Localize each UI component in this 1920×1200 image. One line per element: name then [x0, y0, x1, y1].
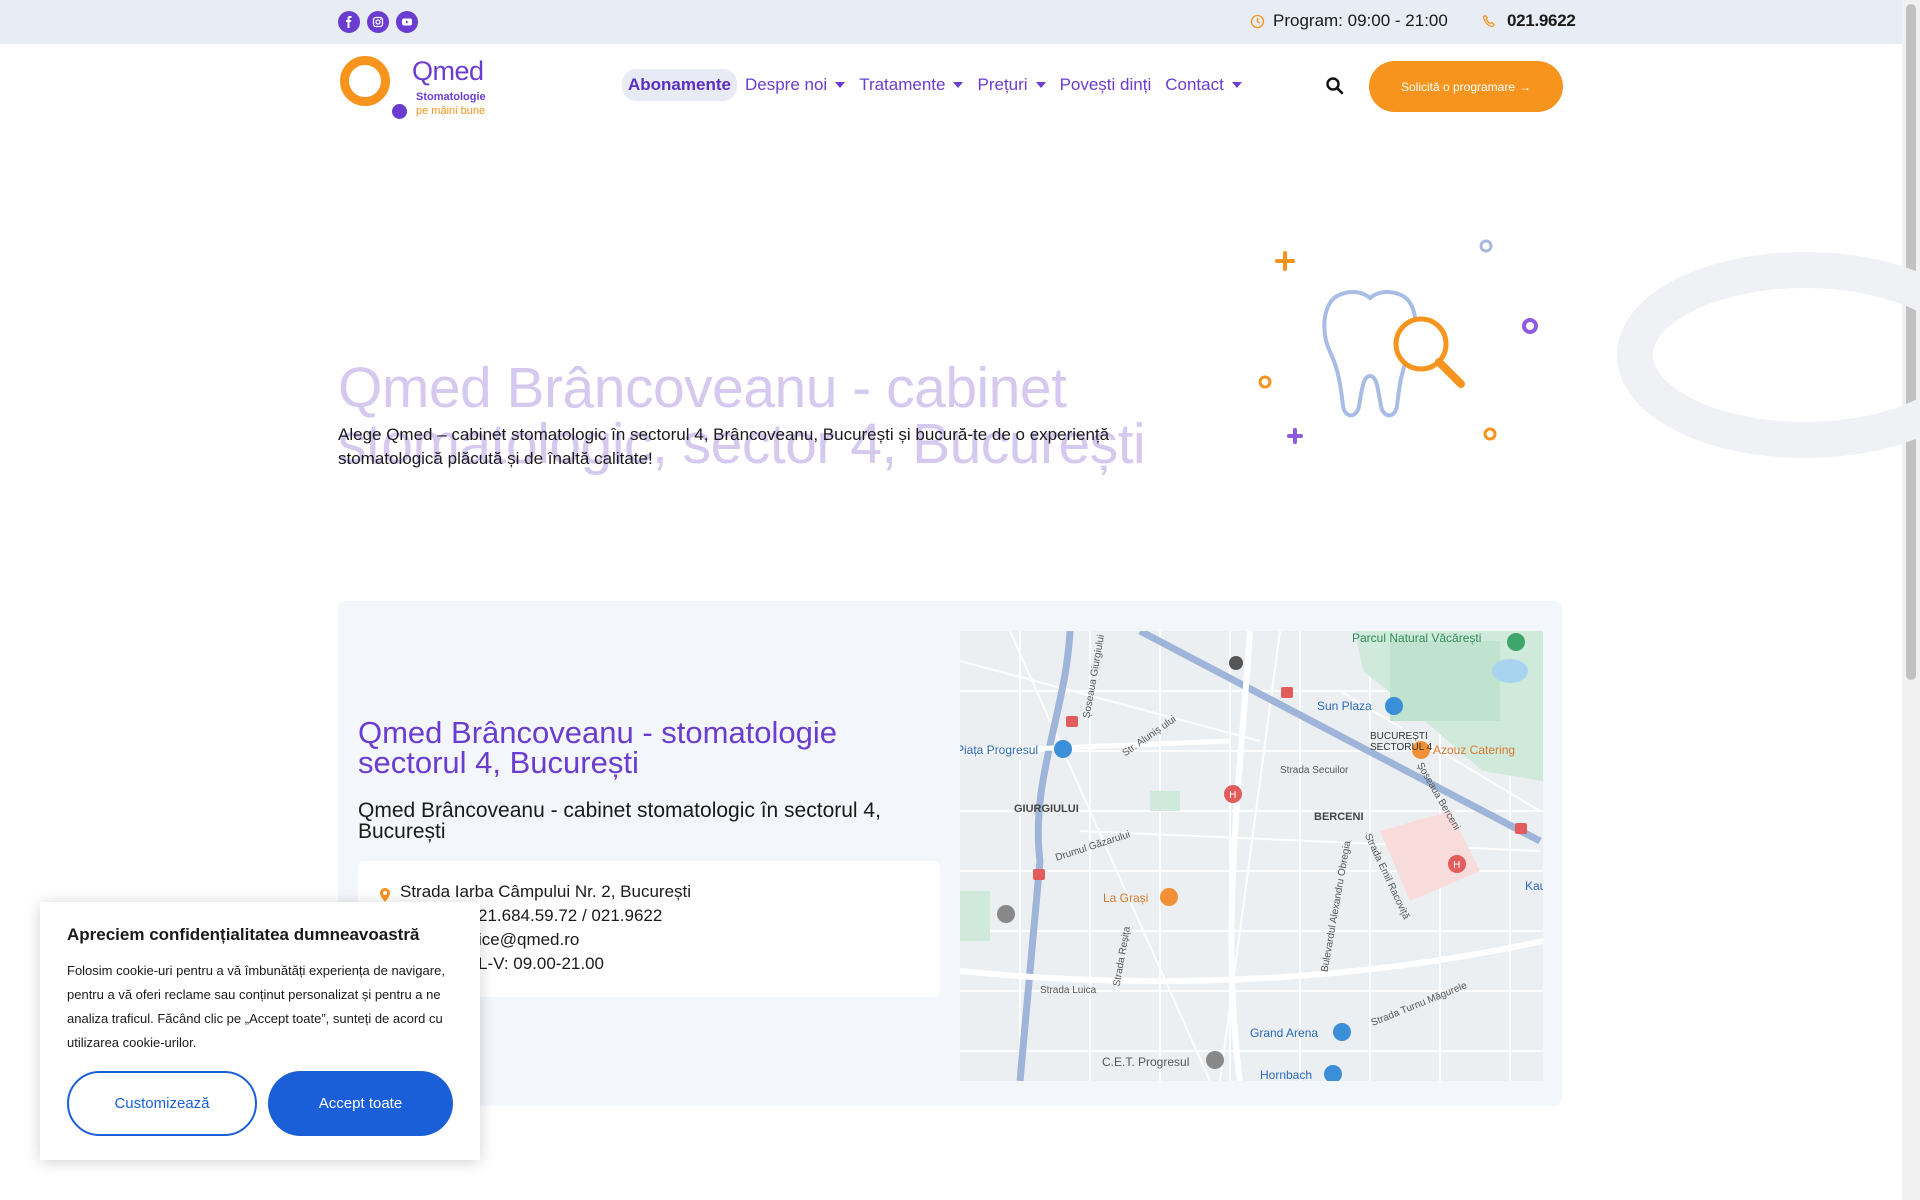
clinic-address: Strada Iarba Câmpului Nr. 2, București	[400, 882, 692, 901]
map-label: Grand Arena	[1250, 1026, 1319, 1040]
youtube-icon[interactable]	[396, 11, 418, 33]
location-map[interactable]: H H Parcul Natural Văcărești Sun Plaza B…	[960, 631, 1543, 1081]
circle-decoration	[1258, 375, 1272, 389]
top-phone[interactable]: 021.9622	[1482, 11, 1576, 31]
map-label: Piața Progresul	[960, 743, 1039, 757]
map-label: SECTORUL 4	[1370, 742, 1433, 753]
logo[interactable]: Qmed Stomatologie pe mâini bune	[338, 52, 498, 122]
logo-mark	[340, 56, 390, 106]
chevron-down-icon	[953, 82, 964, 88]
map-label: Azouz Catering	[1433, 743, 1516, 757]
circle-decoration	[1522, 318, 1538, 334]
plus-icon	[1287, 428, 1303, 444]
accept-all-cookies-button[interactable]: Accept toate	[268, 1071, 453, 1136]
map-label: BERCENI	[1314, 811, 1364, 823]
nav-item-povesti-dinti[interactable]: Povești dinți	[1054, 69, 1158, 101]
clinic-phone[interactable]: 21.684.59.72 / 021.9622	[478, 906, 662, 926]
clock-icon	[1250, 14, 1265, 28]
logo-dot	[392, 104, 407, 119]
top-bar: Program: 09:00 - 21:00 021.9622	[0, 0, 1902, 44]
clinic-schedule: L-V: 09.00-21.00	[478, 954, 605, 973]
map-label: Parcul Natural Văcărești	[1352, 631, 1482, 645]
phone-icon	[1482, 14, 1495, 27]
nav-item-label: Contact	[1165, 75, 1224, 94]
chevron-down-icon	[835, 82, 846, 88]
chevron-down-icon	[1231, 82, 1242, 88]
logo-name: Qmed	[412, 56, 484, 86]
nav-item-preturi[interactable]: Prețuri	[971, 69, 1051, 101]
map-label: C.E.T. Progresul	[1102, 1055, 1190, 1069]
cookie-title: Apreciem confidențialitatea dumneavoastr…	[67, 925, 420, 944]
logo-tagline-1: Stomatologie	[416, 91, 486, 103]
map-label: Hornbach	[1260, 1068, 1313, 1081]
cta-label: Solicită o programare	[1400, 79, 1516, 94]
clinic-title: Qmed Brâncoveanu - stomatologie sectorul…	[358, 715, 838, 780]
nav-item-label: Abonamente	[628, 75, 731, 94]
map-canvas[interactable]: H H	[960, 631, 1543, 1081]
map-label: GIURGIULUI	[1014, 803, 1079, 815]
chevron-down-icon	[1035, 82, 1046, 88]
map-label: Strada Luica	[1040, 985, 1097, 996]
opening-hours: Program: 09:00 - 21:00	[1250, 11, 1448, 31]
scrollbar[interactable]	[1902, 0, 1920, 1200]
customize-cookies-button[interactable]: Customizează	[67, 1071, 257, 1136]
tooth-illustration	[1258, 239, 1920, 458]
opening-hours-text: Program: 09:00 - 21:00	[1273, 11, 1448, 30]
magnifier-handle	[1435, 358, 1465, 388]
logo-tagline-2: pe mâini bune	[416, 105, 486, 117]
circle-decoration	[1483, 427, 1497, 441]
map-label: Strada Secuilor	[1280, 765, 1349, 776]
main-nav: Abonamente Despre noi Tratamente Prețuri…	[622, 69, 1250, 101]
nav-item-label: Despre noi	[744, 75, 828, 94]
request-appointment-button[interactable]: Solicită o programare →	[1369, 61, 1563, 112]
clinic-subtitle: Qmed Brâncoveanu - cabinet stomatologic …	[358, 799, 881, 843]
map-label: Kau	[1525, 879, 1543, 893]
cookie-consent-dialog: Apreciem confidențialitatea dumneavoastr…	[40, 902, 480, 1160]
facebook-icon[interactable]	[338, 11, 360, 33]
circle-decoration	[1479, 239, 1493, 253]
nav-item-abonamente[interactable]: Abonamente	[622, 69, 737, 101]
svg-text:H: H	[1229, 790, 1237, 801]
nav-item-label: Prețuri	[977, 75, 1028, 94]
hero-subtitle: Alege Qmed – cabinet stomatologic în sec…	[338, 425, 1110, 468]
background-ring-decoration	[1617, 252, 1920, 458]
top-phone-number[interactable]: 021.9622	[1507, 11, 1576, 31]
map-label: La Grași	[1103, 891, 1149, 905]
nav-item-label: Tratamente	[859, 75, 946, 94]
nav-item-despre-noi[interactable]: Despre noi	[739, 69, 851, 101]
nav-item-tratamente[interactable]: Tratamente	[853, 69, 969, 101]
nav-item-contact[interactable]: Contact	[1159, 69, 1248, 101]
svg-text:H: H	[1453, 860, 1461, 871]
search-icon[interactable]	[1325, 76, 1345, 96]
map-label: Sun Plaza	[1317, 699, 1372, 713]
instagram-icon[interactable]	[367, 11, 389, 33]
plus-icon	[1275, 251, 1295, 271]
location-pin-icon	[380, 888, 390, 902]
map-label: BUCUREȘTI	[1370, 731, 1428, 742]
clinic-email[interactable]: ice@qmed.ro	[478, 930, 579, 950]
cookie-text: Folosim cookie-uri pentru a vă îmbunătăț…	[67, 963, 445, 1050]
nav-item-label: Povești dinți	[1059, 75, 1152, 94]
arrow-right-icon: →	[1519, 79, 1532, 94]
